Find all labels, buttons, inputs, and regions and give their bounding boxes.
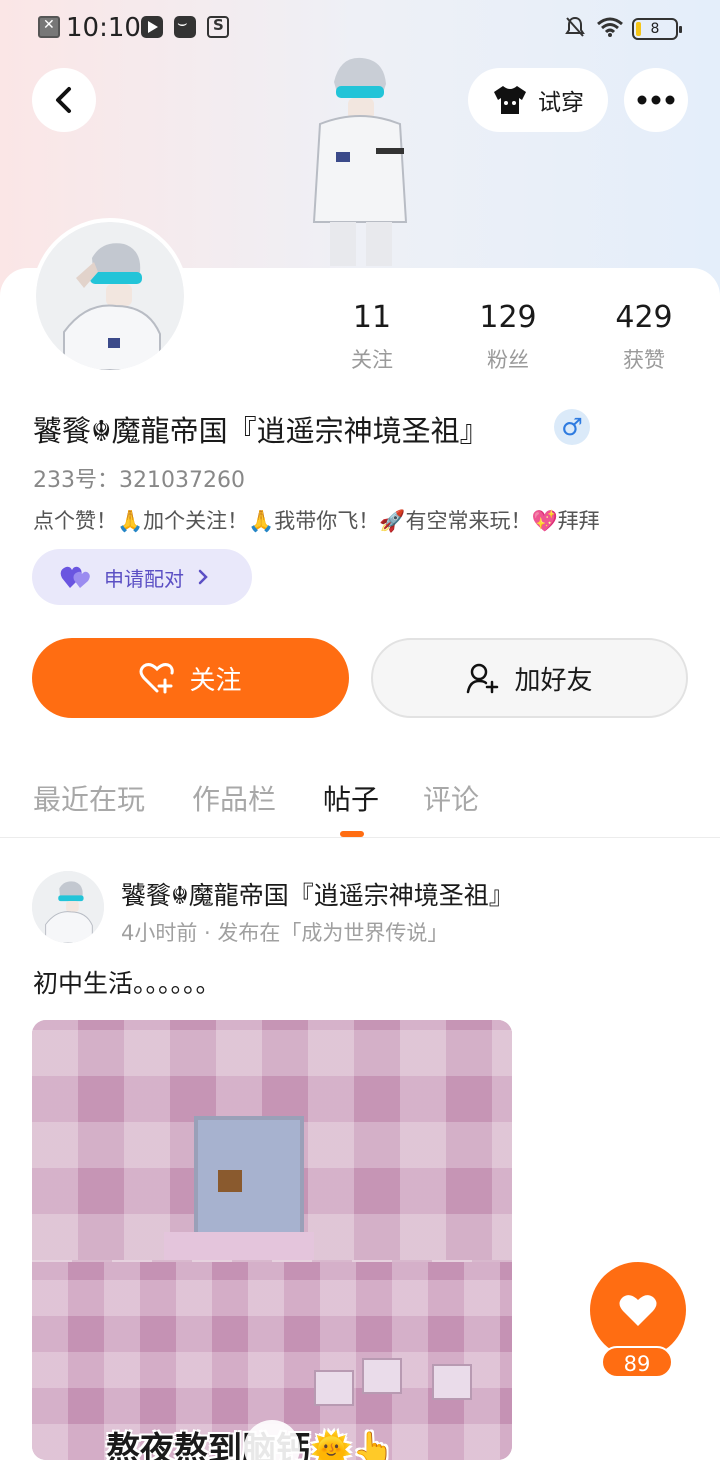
notification-icon [38,16,60,38]
tshirt-icon [494,86,526,114]
post-image-block [432,1364,472,1400]
avatar-character-figure [312,57,408,266]
post-author-avatar[interactable] [32,871,104,943]
wifi-icon [596,16,624,38]
status-time: 10:10 [66,13,141,43]
post-image-block [362,1358,402,1394]
profile-username: 饕餮☬魔龍帝国『逍遥宗神境圣祖』 [33,414,489,448]
stat-likes-label: 获赞 [623,348,665,372]
double-heart-icon [60,566,90,588]
stat-following[interactable]: 11 关注 [312,300,432,374]
post-meta: 4小时前 · 发布在「成为世界传说」 [121,921,449,945]
post-image[interactable]: 熬夜熬到脑钙🌞👆 [32,1020,512,1460]
add-user-icon [467,663,499,694]
chevron-right-icon [198,569,208,585]
more-options-button[interactable] [624,68,688,132]
stat-following-count: 11 [352,300,392,335]
post-author-name[interactable]: 饕餮☬魔龍帝国『逍遥宗神境圣祖』 [121,876,514,912]
post-image-ledge [164,1232,314,1260]
post-image-block [314,1370,354,1406]
post-image-window-object [218,1170,242,1192]
more-dots-icon [637,95,675,105]
screenshot-icon [207,16,229,38]
tab-comments[interactable]: 评论 [423,778,479,818]
post-text[interactable]: 初中生活。。。。。。 [33,964,221,1000]
profile-avatar[interactable] [32,218,188,374]
profile-bio: 点个赞！🙏加个关注！🙏我带你飞！🚀有空常来玩！💖拜拜 [33,509,600,533]
add-friend-button[interactable]: 加好友 [371,638,688,718]
post-avatar-image [32,871,104,943]
active-tab-indicator [340,831,364,837]
like-count: 89 [601,1346,673,1378]
back-button[interactable] [32,68,96,132]
stat-likes-count: 429 [615,300,673,335]
stat-likes[interactable]: 429 获赞 [584,300,704,374]
add-friend-label: 加好友 [514,665,593,696]
post-image-window [194,1116,304,1246]
profile-page: 10:10 8 试穿 [0,0,720,1460]
heart-plus-icon [139,663,175,694]
tab-posts[interactable]: 帖子 [323,778,379,818]
heart-icon [619,1295,657,1326]
request-match-label: 申请配对 [104,566,184,591]
tab-recently-played[interactable]: 最近在玩 [33,778,145,818]
stat-following-label: 关注 [351,348,393,372]
video-app-icon [141,16,163,38]
profile-user-id: 233号：321037260 [33,468,245,493]
stat-followers-label: 粉丝 [487,348,529,372]
follow-button[interactable]: 关注 [32,638,349,718]
like-button[interactable] [590,1262,686,1358]
profile-tabs: 最近在玩 作品栏 帖子 评论 [0,768,720,838]
gender-male-icon: ♂ [554,409,590,445]
tab-works[interactable]: 作品栏 [192,778,276,818]
request-match-button[interactable]: 申请配对 [32,549,252,605]
battery-icon: 8 [632,18,682,40]
app-notification-icon [174,13,196,38]
stat-followers-count: 129 [479,300,537,335]
follow-label: 关注 [189,665,242,696]
mute-bell-icon [564,16,586,38]
battery-level: 8 [650,21,660,37]
avatar-image [36,222,184,370]
chevron-left-icon [56,87,71,113]
status-bar: 10:10 8 [0,0,720,56]
stat-followers[interactable]: 129 粉丝 [448,300,568,374]
try-on-label: 试穿 [538,90,584,116]
try-on-button[interactable]: 试穿 [468,68,608,132]
